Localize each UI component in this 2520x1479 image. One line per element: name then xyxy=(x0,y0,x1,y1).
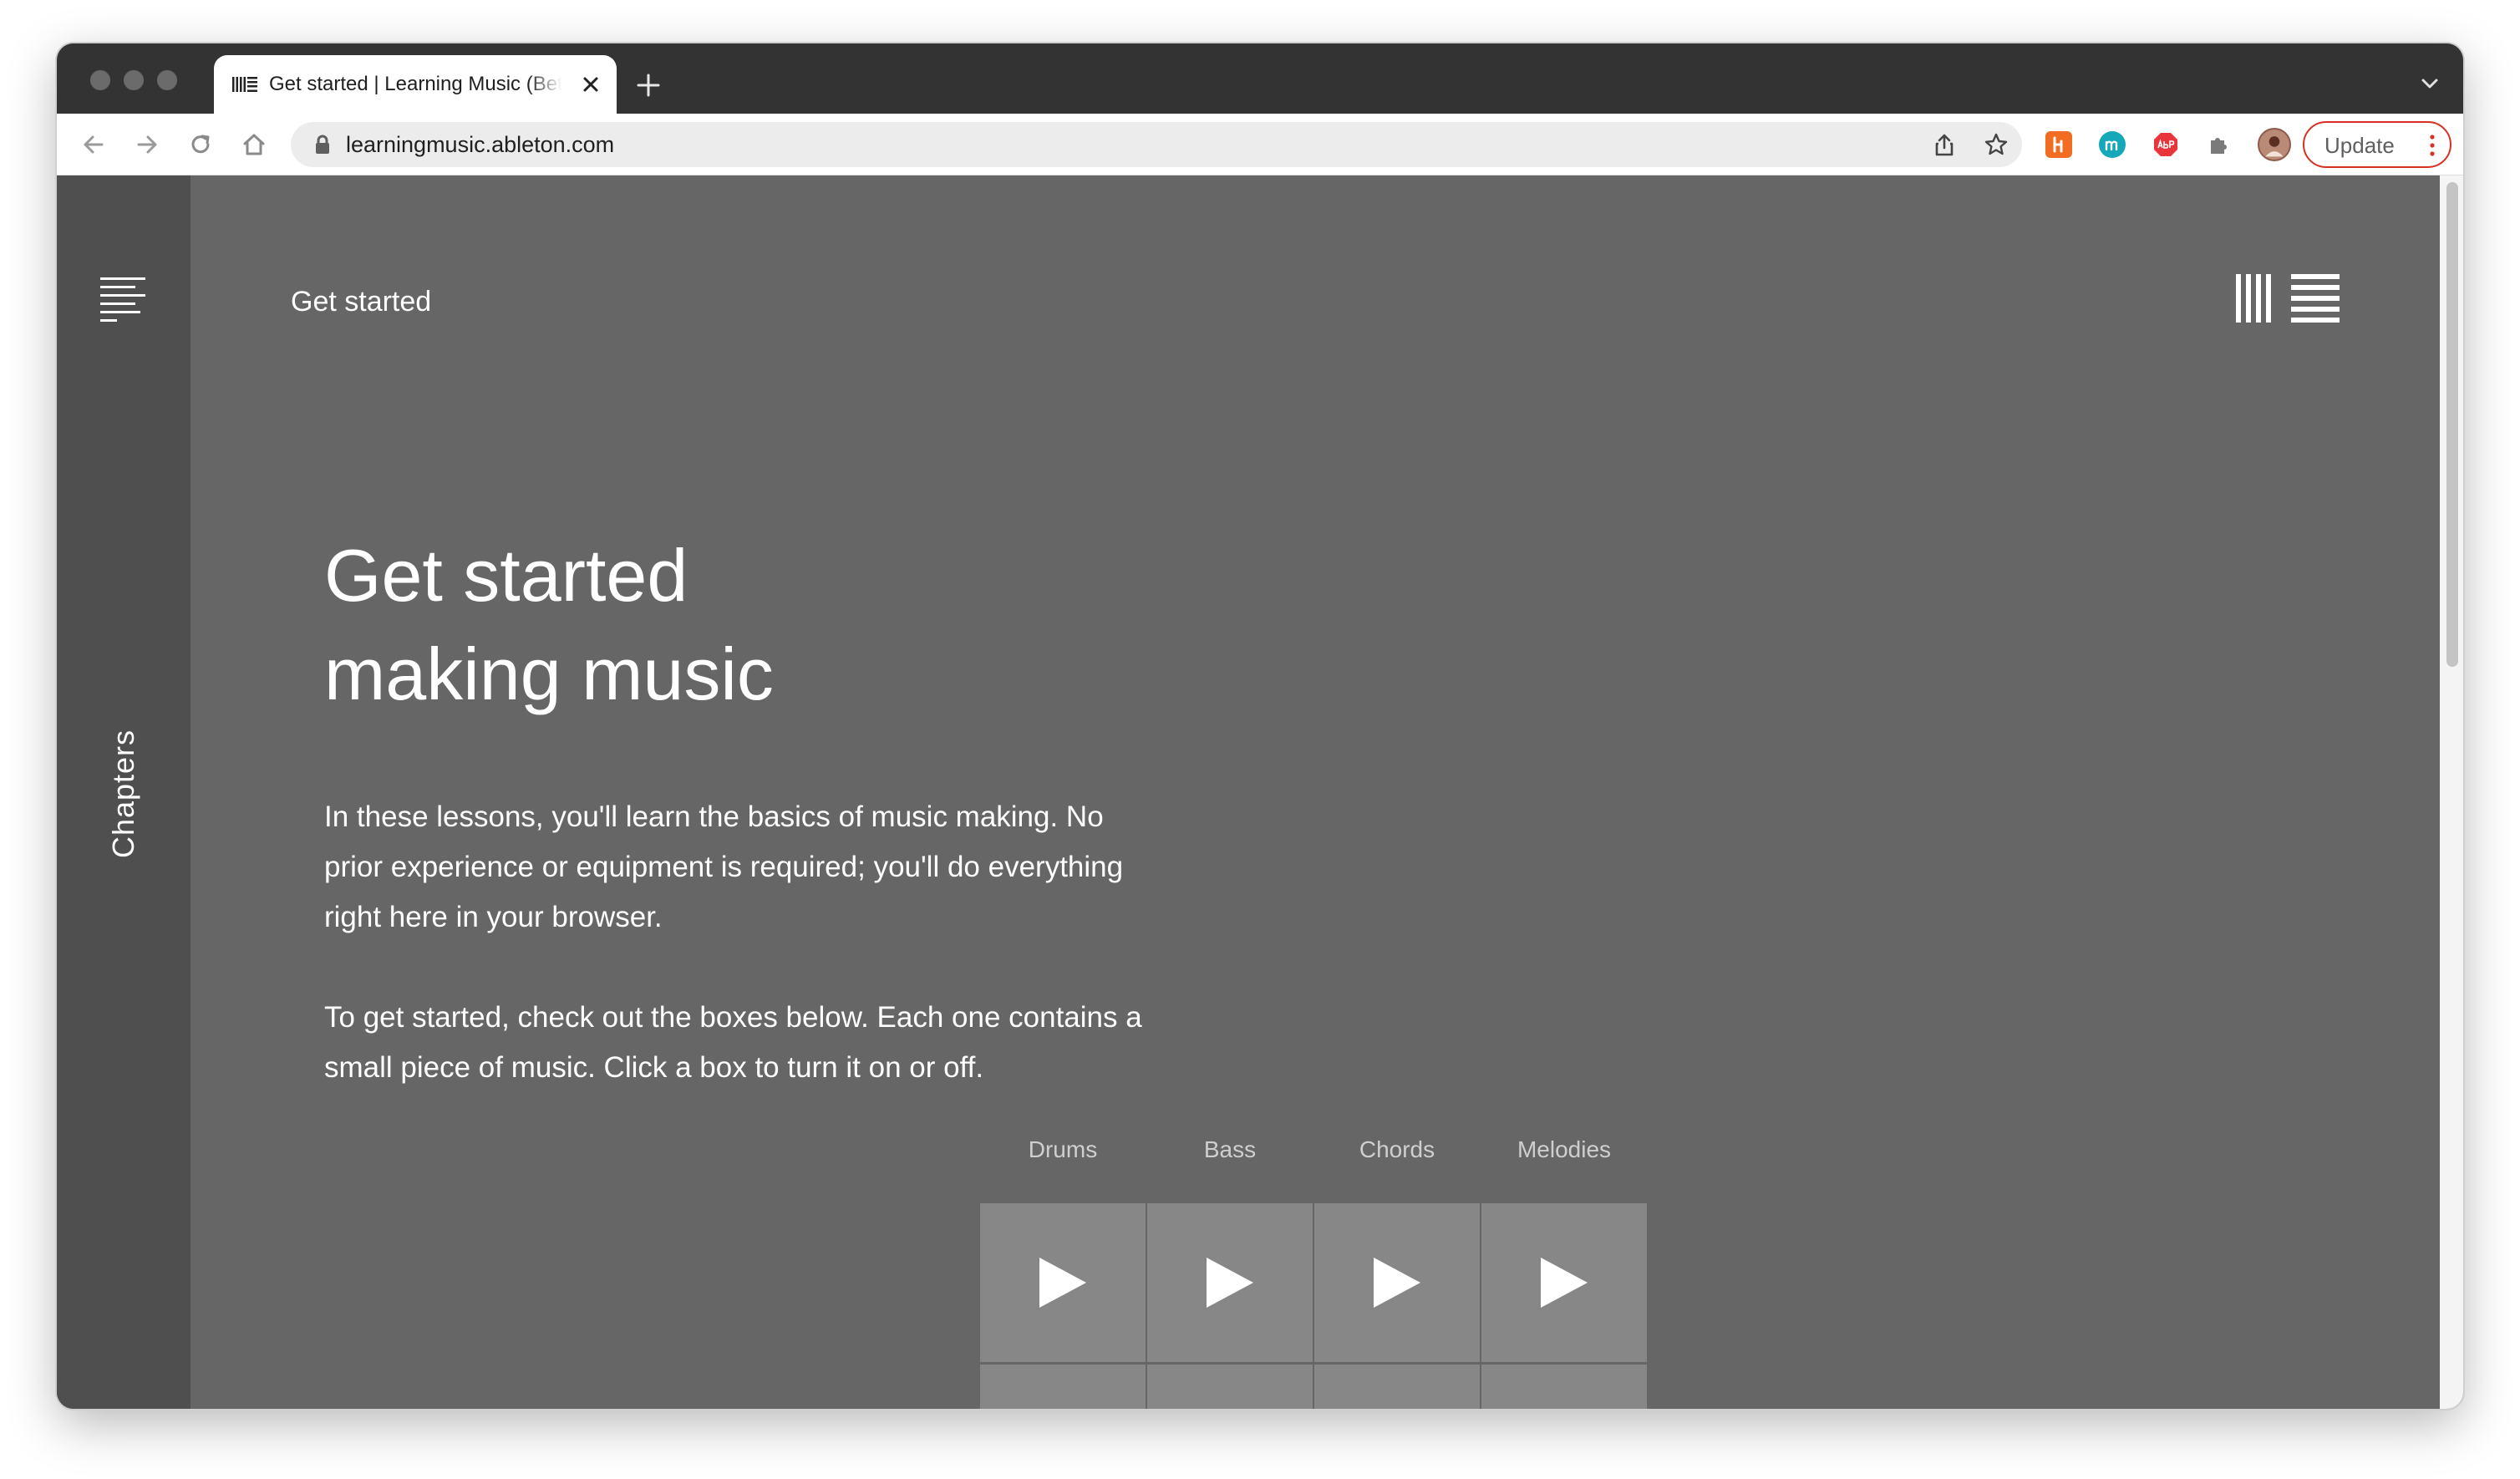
url-text: learningmusic.ableton.com xyxy=(346,132,615,157)
browser-window: Get started | Learning Music (Beta) lear… xyxy=(57,43,2463,1409)
pad-drums-1[interactable] xyxy=(980,1203,1146,1362)
home-icon[interactable] xyxy=(239,130,269,160)
instruction-paragraph: To get started, check out the boxes belo… xyxy=(324,1001,1142,1084)
ableton-logo-icon[interactable] xyxy=(2236,274,2340,323)
puzzle-icon[interactable] xyxy=(2206,131,2233,158)
back-arrow-icon[interactable] xyxy=(79,130,109,160)
reload-icon[interactable] xyxy=(185,130,216,160)
column-label-chords: Chords xyxy=(1359,1136,1435,1162)
forward-arrow-icon[interactable] xyxy=(132,130,162,160)
adblock-plus-icon[interactable] xyxy=(2152,131,2179,158)
new-tab-icon[interactable] xyxy=(635,72,662,99)
chevron-down-icon[interactable] xyxy=(2420,77,2440,90)
pad-melodies-2[interactable] xyxy=(1481,1365,1647,1409)
profile-avatar[interactable] xyxy=(2258,128,2291,161)
more-vertical-icon xyxy=(2430,135,2435,156)
pad-drums-2[interactable] xyxy=(980,1365,1146,1409)
ableton-favicon-icon xyxy=(232,77,257,92)
pad-bass-2[interactable] xyxy=(1147,1365,1313,1409)
web-page: Chapters Get started Get started making … xyxy=(57,175,2440,1409)
headline-line-2: making music xyxy=(324,633,774,715)
pad-melodies-1[interactable] xyxy=(1481,1203,1647,1362)
minimize-window-button[interactable] xyxy=(124,70,144,90)
address-bar[interactable]: learningmusic.ableton.com xyxy=(291,122,2022,167)
vertical-scrollbar[interactable] xyxy=(2440,175,2463,1409)
intro-paragraph: In these lessons, you'll learn the basic… xyxy=(324,800,1124,933)
maximize-window-button[interactable] xyxy=(157,70,177,90)
page-headline: Get started making music xyxy=(324,526,774,724)
m-extension-icon[interactable] xyxy=(2099,131,2126,158)
column-label-drums: Drums xyxy=(1028,1136,1098,1162)
page-breadcrumb: Get started xyxy=(291,286,432,318)
chapters-label[interactable]: Chapters xyxy=(106,729,141,858)
update-button[interactable]: Update xyxy=(2303,121,2451,168)
pad-chords-2[interactable] xyxy=(1314,1365,1480,1409)
column-label-melodies: Melodies xyxy=(1517,1136,1612,1162)
play-icon xyxy=(1374,1258,1420,1308)
close-tab-icon[interactable] xyxy=(580,74,602,95)
play-icon xyxy=(1207,1258,1253,1308)
browser-toolbar: learningmusic.ableton.com Update xyxy=(57,114,2463,175)
scrollbar-thumb[interactable] xyxy=(2446,182,2458,667)
column-label-bass: Bass xyxy=(1203,1136,1257,1162)
tab-strip: Get started | Learning Music (Beta) xyxy=(57,43,2463,114)
pad-chords-1[interactable] xyxy=(1314,1203,1480,1362)
headline-line-1: Get started xyxy=(324,534,688,617)
menu-icon[interactable] xyxy=(100,276,147,323)
pad-bass-1[interactable] xyxy=(1147,1203,1313,1362)
share-icon[interactable] xyxy=(1932,132,1957,157)
lock-icon xyxy=(316,135,329,154)
bookmark-star-icon[interactable] xyxy=(1984,132,2009,157)
close-window-button[interactable] xyxy=(90,70,110,90)
honey-icon[interactable] xyxy=(2045,131,2072,158)
chapters-sidebar[interactable]: Chapters xyxy=(57,175,191,1409)
play-icon xyxy=(1541,1258,1588,1308)
active-tab[interactable]: Get started | Learning Music (Beta) xyxy=(214,55,617,114)
tab-title: Get started | Learning Music (Beta) xyxy=(269,72,561,97)
play-icon xyxy=(1039,1258,1086,1308)
update-label: Update xyxy=(2324,133,2395,158)
